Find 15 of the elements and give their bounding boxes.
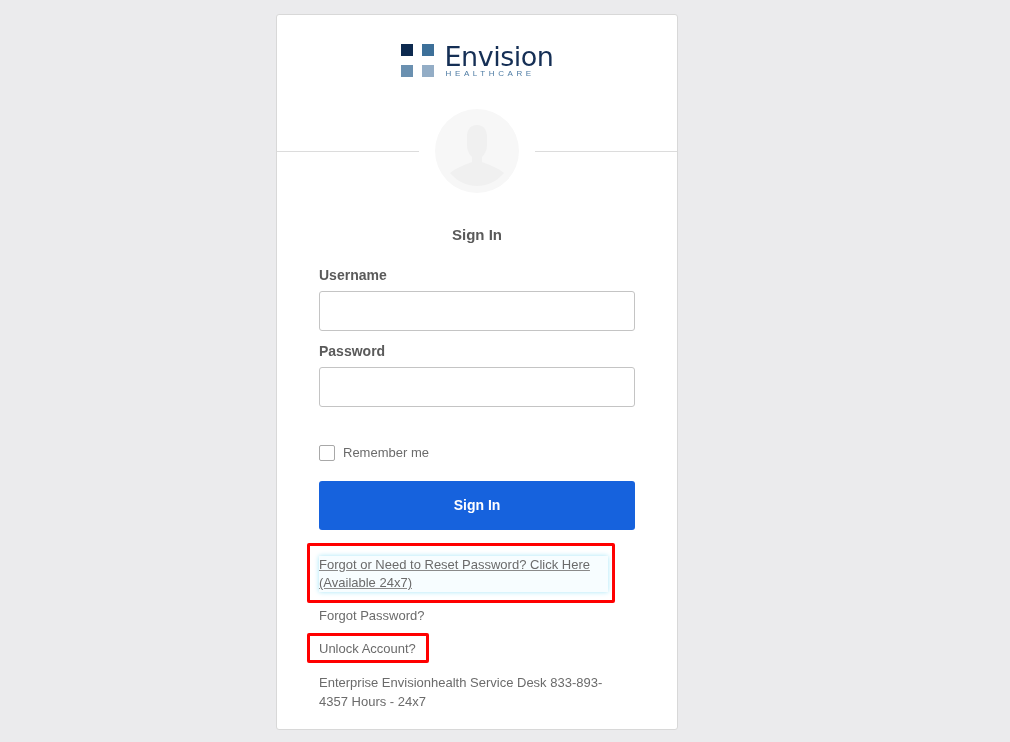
sign-in-button[interactable]: Sign In	[319, 481, 635, 530]
squares-logo-icon	[400, 44, 435, 78]
remember-me-label: Remember me	[343, 444, 429, 462]
input-field[interactable]	[319, 367, 635, 407]
sign-in-heading: Sign In	[451, 226, 503, 244]
field-label: Username	[319, 266, 388, 284]
input-field[interactable]	[319, 291, 635, 331]
help-link[interactable]: Forgot Password?	[319, 607, 425, 625]
logo-tagline: HEALTHCARE	[445, 69, 535, 78]
logo-name: Envision	[444, 44, 554, 69]
help-link[interactable]: Forgot or Need to Reset Password? Click Here (Available 24x7)	[319, 556, 608, 592]
help-link[interactable]: Unlock Account?	[319, 640, 416, 658]
checkbox[interactable]	[319, 445, 335, 461]
field-label: Password	[319, 342, 387, 360]
service-desk-text: Enterprise Envisionhealth Service Desk 833-893-4357 Hours - 24x7	[319, 674, 604, 711]
